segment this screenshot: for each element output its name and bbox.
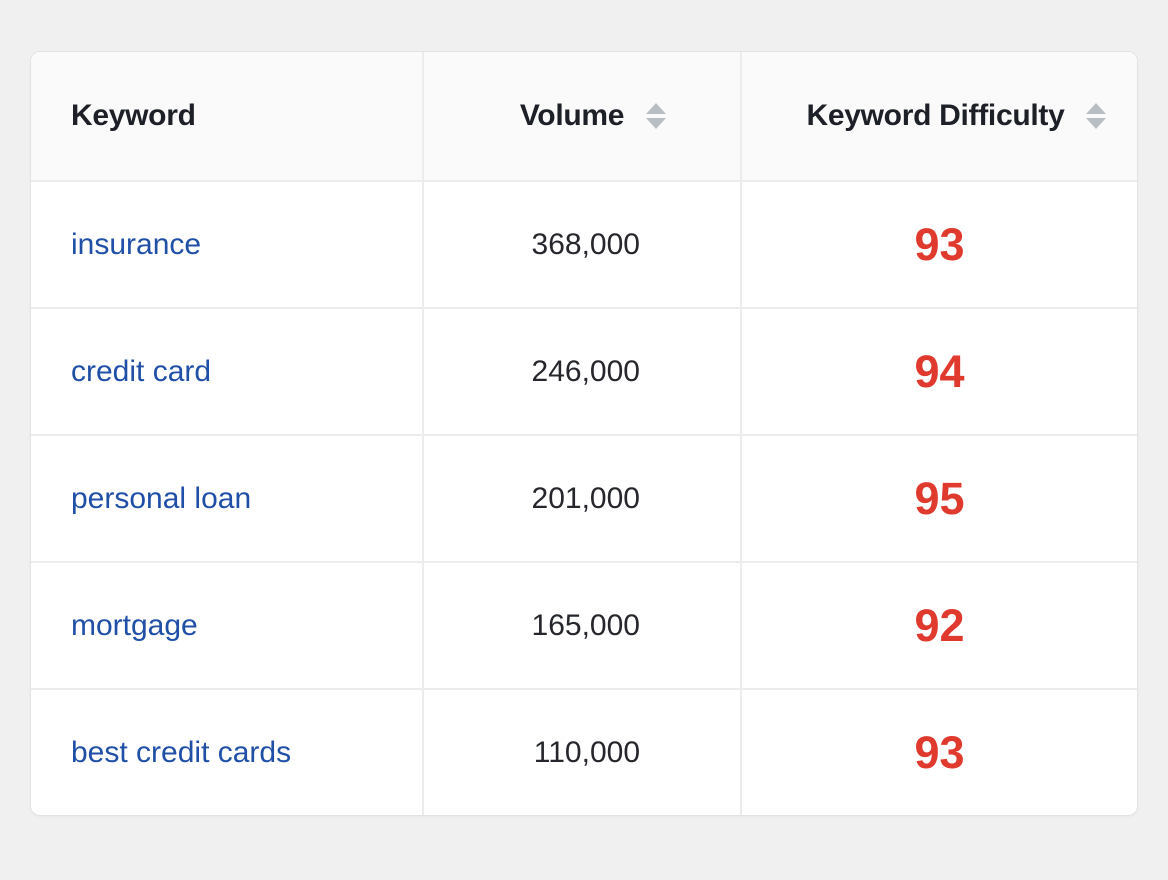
sort-updown-icon[interactable]	[1086, 103, 1107, 129]
column-header-difficulty-label: Keyword Difficulty	[806, 99, 1065, 132]
table-row: personal loan 201,000 95	[31, 435, 1137, 563]
keyword-link[interactable]: mortgage	[71, 609, 198, 642]
difficulty-cell: 93	[741, 181, 1137, 309]
column-header-keyword-label: Keyword	[71, 99, 196, 132]
keyword-table-card: Keyword Volume Keyword Difficulty insura…	[30, 51, 1138, 816]
column-header-keyword-difficulty[interactable]: Keyword Difficulty	[741, 52, 1137, 182]
keyword-link[interactable]: credit card	[71, 355, 211, 388]
keyword-link[interactable]: best credit cards	[71, 736, 291, 769]
table-row: insurance 368,000 93	[31, 181, 1137, 309]
sort-down-arrow-icon	[1086, 118, 1107, 129]
volume-cell: 368,000	[423, 181, 742, 309]
keyword-table: Keyword Volume Keyword Difficulty insura…	[31, 52, 1137, 815]
keyword-link[interactable]: personal loan	[71, 482, 251, 515]
table-header-row: Keyword Volume Keyword Difficulty	[31, 52, 1137, 182]
table-row: best credit cards 110,000 93	[31, 689, 1137, 815]
volume-cell: 165,000	[423, 562, 742, 690]
table-row: mortgage 165,000 92	[31, 562, 1137, 690]
keyword-cell: personal loan	[31, 435, 424, 563]
sort-updown-icon[interactable]	[646, 103, 667, 129]
column-header-volume[interactable]: Volume	[423, 52, 742, 182]
table-row: credit card 246,000 94	[31, 308, 1137, 436]
column-header-volume-label: Volume	[519, 99, 625, 132]
difficulty-cell: 92	[741, 562, 1137, 690]
keyword-cell: insurance	[31, 181, 424, 309]
volume-cell: 246,000	[423, 308, 742, 436]
volume-cell: 110,000	[423, 689, 742, 815]
keyword-cell: credit card	[31, 308, 424, 436]
keyword-cell: best credit cards	[31, 689, 424, 815]
sort-up-arrow-icon	[646, 103, 667, 114]
keyword-link[interactable]: insurance	[71, 228, 201, 261]
column-header-keyword: Keyword	[31, 52, 424, 182]
difficulty-cell: 94	[741, 308, 1137, 436]
difficulty-cell: 95	[741, 435, 1137, 563]
volume-cell: 201,000	[423, 435, 742, 563]
sort-up-arrow-icon	[1086, 103, 1107, 114]
keyword-cell: mortgage	[31, 562, 424, 690]
sort-down-arrow-icon	[646, 118, 667, 129]
difficulty-cell: 93	[914, 727, 965, 778]
